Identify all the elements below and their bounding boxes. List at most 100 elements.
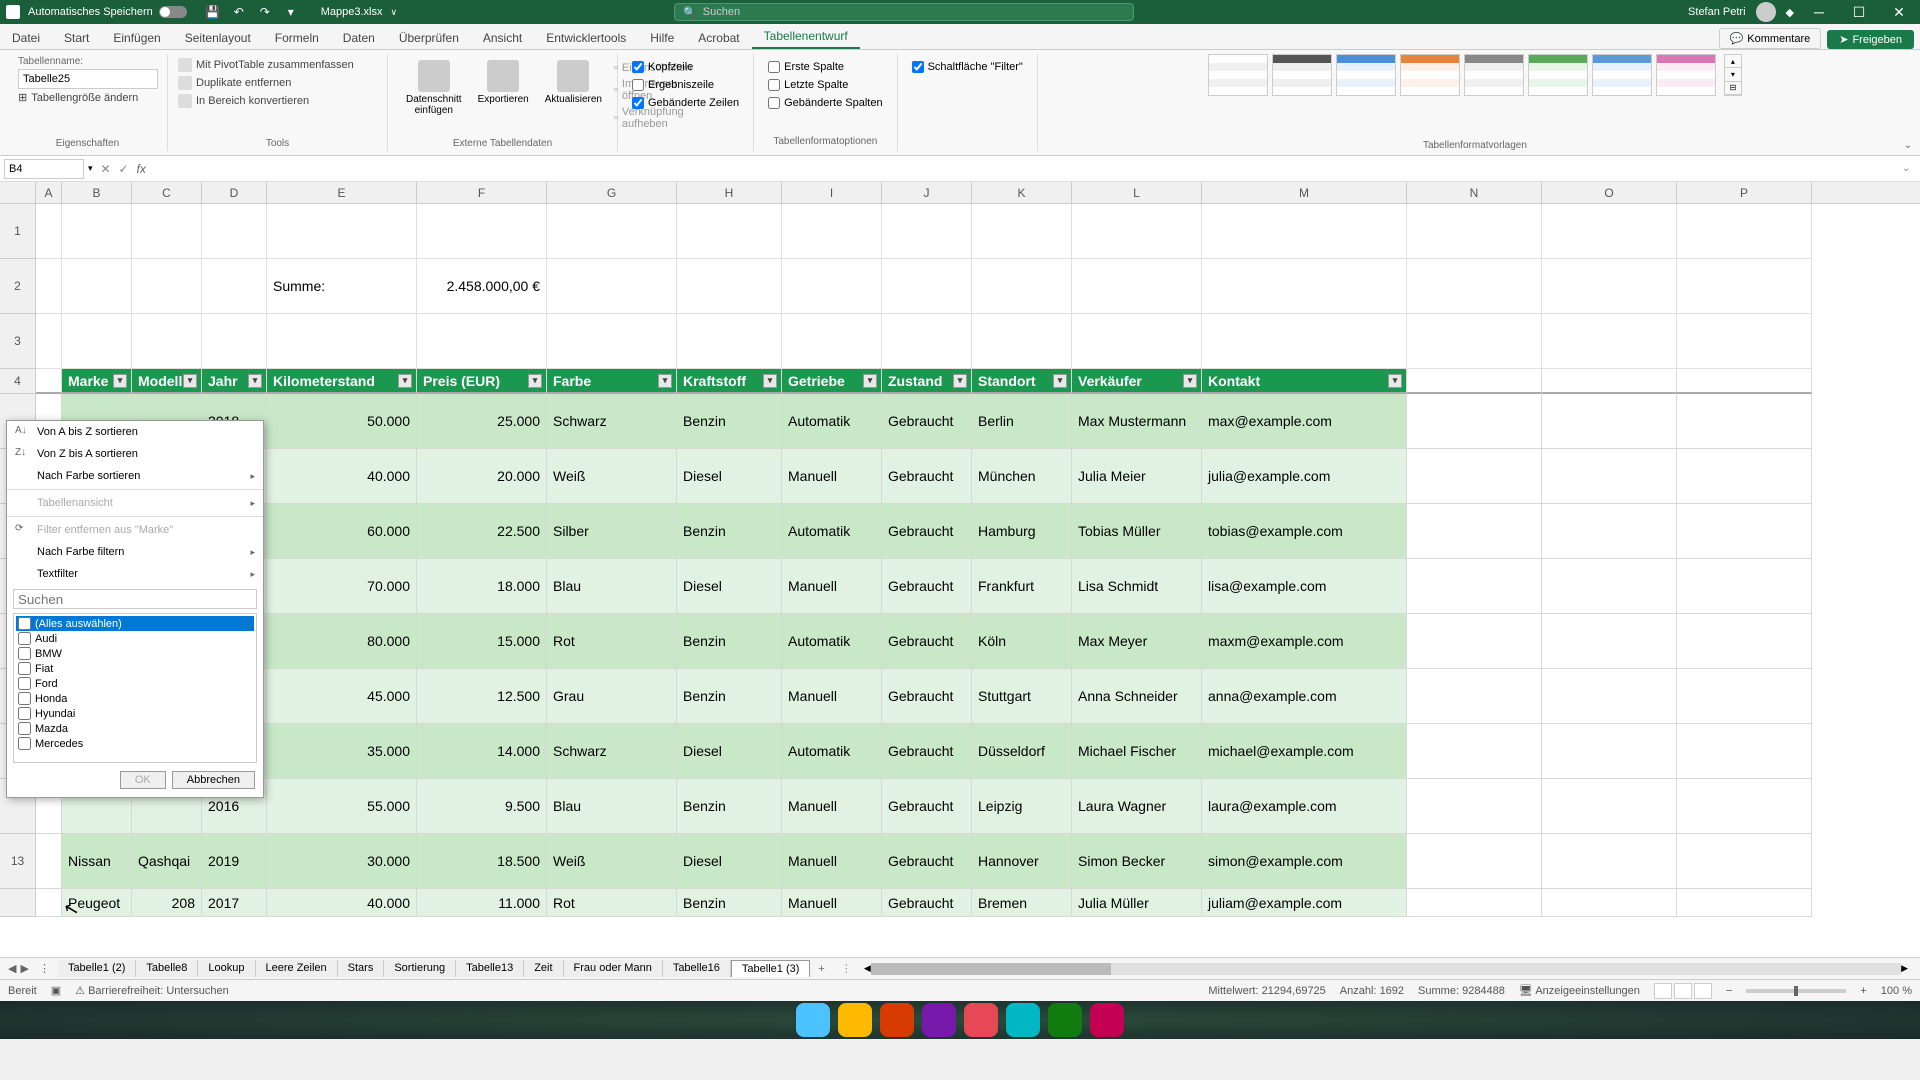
taskbar-icon[interactable]: [838, 1003, 872, 1037]
filter-color-item[interactable]: Nach Farbe filtern▸: [7, 541, 263, 563]
table-header[interactable]: Marke▾: [62, 369, 132, 394]
table-row[interactable]: 2016 70.000 18.000 Blau Diesel Manuell G…: [0, 559, 1920, 614]
table-header[interactable]: Kilometerstand▾: [267, 369, 417, 394]
column-header[interactable]: I: [782, 182, 882, 203]
undo-icon[interactable]: ↶: [229, 2, 249, 22]
gallery-more-button[interactable]: ▴▾⊟: [1724, 54, 1742, 96]
filter-check-item[interactable]: Hyundai: [16, 706, 254, 721]
filter-check-item[interactable]: Fiat: [16, 661, 254, 676]
qat-more-icon[interactable]: ▾: [281, 2, 301, 22]
filter-button-checkbox[interactable]: [912, 61, 924, 73]
table-header[interactable]: Kraftstoff▾: [677, 369, 782, 394]
ribbon-tab[interactable]: Einfügen: [101, 27, 172, 49]
add-sheet-button[interactable]: +: [810, 963, 832, 975]
table-header[interactable]: Verkäufer▾: [1072, 369, 1202, 394]
first-col-checkbox[interactable]: [768, 61, 780, 73]
table-row[interactable]: 2015 80.000 15.000 Rot Benzin Automatik …: [0, 614, 1920, 669]
share-button[interactable]: ➤ Freigeben: [1827, 30, 1914, 49]
save-icon[interactable]: 💾: [203, 2, 223, 22]
ribbon-tab[interactable]: Seitenlayout: [173, 27, 263, 49]
column-header[interactable]: G: [547, 182, 677, 203]
comments-button[interactable]: 💬 Kommentare: [1719, 28, 1822, 49]
ribbon-tab[interactable]: Hilfe: [638, 27, 686, 49]
filter-check-item[interactable]: Mercedes: [16, 736, 254, 751]
column-header[interactable]: M: [1202, 182, 1407, 203]
sheet-tab[interactable]: Tabelle13: [456, 960, 524, 977]
name-box[interactable]: [4, 159, 84, 179]
search-box[interactable]: 🔍 Suchen: [674, 3, 1134, 21]
column-header[interactable]: F: [417, 182, 547, 203]
filter-check-item[interactable]: Honda: [16, 691, 254, 706]
ribbon-tab[interactable]: Formeln: [263, 27, 331, 49]
horizontal-scrollbar[interactable]: [871, 963, 1901, 975]
pivot-summarize-button[interactable]: Mit PivotTable zusammenfassen: [178, 56, 377, 74]
table-row[interactable]: 2017 45.000 12.500 Grau Benzin Manuell G…: [0, 669, 1920, 724]
autosave-toggle[interactable]: Automatisches Speichern: [28, 6, 187, 18]
enter-formula-icon[interactable]: ✓: [115, 162, 133, 176]
column-header[interactable]: A: [36, 182, 62, 203]
row-number[interactable]: 3: [0, 314, 36, 369]
filter-cancel-button[interactable]: Abbrechen: [172, 771, 255, 789]
table-header[interactable]: Preis (EUR)▾: [417, 369, 547, 394]
display-settings-button[interactable]: 🖥 Anzeigeeinstellungen: [1519, 984, 1640, 997]
filter-search-input[interactable]: [13, 589, 257, 609]
sheet-tab[interactable]: Tabelle16: [663, 960, 731, 977]
row-number[interactable]: 13: [0, 834, 36, 889]
table-name-input[interactable]: [18, 69, 158, 89]
filter-checklist[interactable]: (Alles auswählen) AudiBMWFiatFordHondaHy…: [13, 613, 257, 763]
taskbar-icon[interactable]: [922, 1003, 956, 1037]
formula-input[interactable]: [150, 159, 1902, 179]
view-normal-icon[interactable]: [1654, 983, 1672, 999]
sheet-tab[interactable]: Tabelle1 (2): [58, 960, 136, 977]
expand-formula-icon[interactable]: ⌄: [1902, 163, 1916, 174]
style-swatch[interactable]: [1528, 54, 1588, 96]
table-header[interactable]: Jahr▾: [202, 369, 267, 394]
column-header[interactable]: B: [62, 182, 132, 203]
taskbar-icon[interactable]: [880, 1003, 914, 1037]
maximize-button[interactable]: ☐: [1844, 2, 1874, 22]
ribbon-tab[interactable]: Tabellenentwurf: [752, 25, 860, 49]
remove-duplicates-button[interactable]: Duplikate entfernen: [178, 74, 377, 92]
table-row[interactable]: 2017 60.000 22.500 Silber Benzin Automat…: [0, 504, 1920, 559]
accessibility-status[interactable]: ⚠ Barrierefreiheit: Untersuchen: [75, 984, 229, 997]
sheet-nav-next[interactable]: ▶: [20, 962, 28, 975]
collapse-ribbon-button[interactable]: ⌄: [1904, 140, 1912, 151]
row-number[interactable]: [0, 889, 36, 917]
row-number[interactable]: 1: [0, 204, 36, 259]
taskbar-icon[interactable]: [1090, 1003, 1124, 1037]
cell[interactable]: 2.458.000,00 €: [417, 259, 547, 314]
ribbon-tab[interactable]: Start: [52, 27, 101, 49]
filter-ok-button[interactable]: OK: [120, 771, 166, 789]
sheet-tab[interactable]: Stars: [338, 960, 385, 977]
text-filter-item[interactable]: Textfilter▸: [7, 563, 263, 585]
close-button[interactable]: ✕: [1884, 2, 1914, 22]
filter-check-item[interactable]: BMW: [16, 646, 254, 661]
toggle-off-icon[interactable]: [159, 6, 187, 18]
sort-az-item[interactable]: A↓Von A bis Z sortieren: [7, 421, 263, 443]
style-swatch[interactable]: [1272, 54, 1332, 96]
macro-record-icon[interactable]: ▣: [51, 984, 61, 997]
select-all-corner[interactable]: [0, 182, 36, 203]
table-header[interactable]: Getriebe▾: [782, 369, 882, 394]
filter-check-item[interactable]: Ford: [16, 676, 254, 691]
sheet-nav-prev[interactable]: ◀: [8, 962, 16, 975]
ribbon-tab[interactable]: Überprüfen: [387, 27, 471, 49]
filter-check-item[interactable]: Mazda: [16, 721, 254, 736]
view-layout-icon[interactable]: [1674, 983, 1692, 999]
scroll-left-icon[interactable]: ◀: [864, 963, 871, 974]
style-swatch[interactable]: [1336, 54, 1396, 96]
minimize-button[interactable]: ─: [1804, 2, 1834, 22]
ribbon-tab[interactable]: Daten: [331, 27, 387, 49]
redo-icon[interactable]: ↷: [255, 2, 275, 22]
cancel-formula-icon[interactable]: ✕: [97, 162, 115, 176]
table-header[interactable]: Standort▾: [972, 369, 1072, 394]
table-row[interactable]: 2016 55.000 9.500 Blau Benzin Manuell Ge…: [0, 779, 1920, 834]
taskbar-icon[interactable]: [964, 1003, 998, 1037]
sheet-tab[interactable]: Tabelle1 (3): [731, 960, 810, 977]
refresh-button[interactable]: Aktualisieren: [537, 56, 610, 136]
table-row[interactable]: 2018 35.000 14.000 Schwarz Diesel Automa…: [0, 724, 1920, 779]
table-row[interactable]: 2018 50.000 25.000 Schwarz Benzin Automa…: [0, 394, 1920, 449]
sheet-tab[interactable]: Zeit: [524, 960, 563, 977]
column-header[interactable]: E: [267, 182, 417, 203]
user-avatar-icon[interactable]: [1756, 2, 1776, 22]
